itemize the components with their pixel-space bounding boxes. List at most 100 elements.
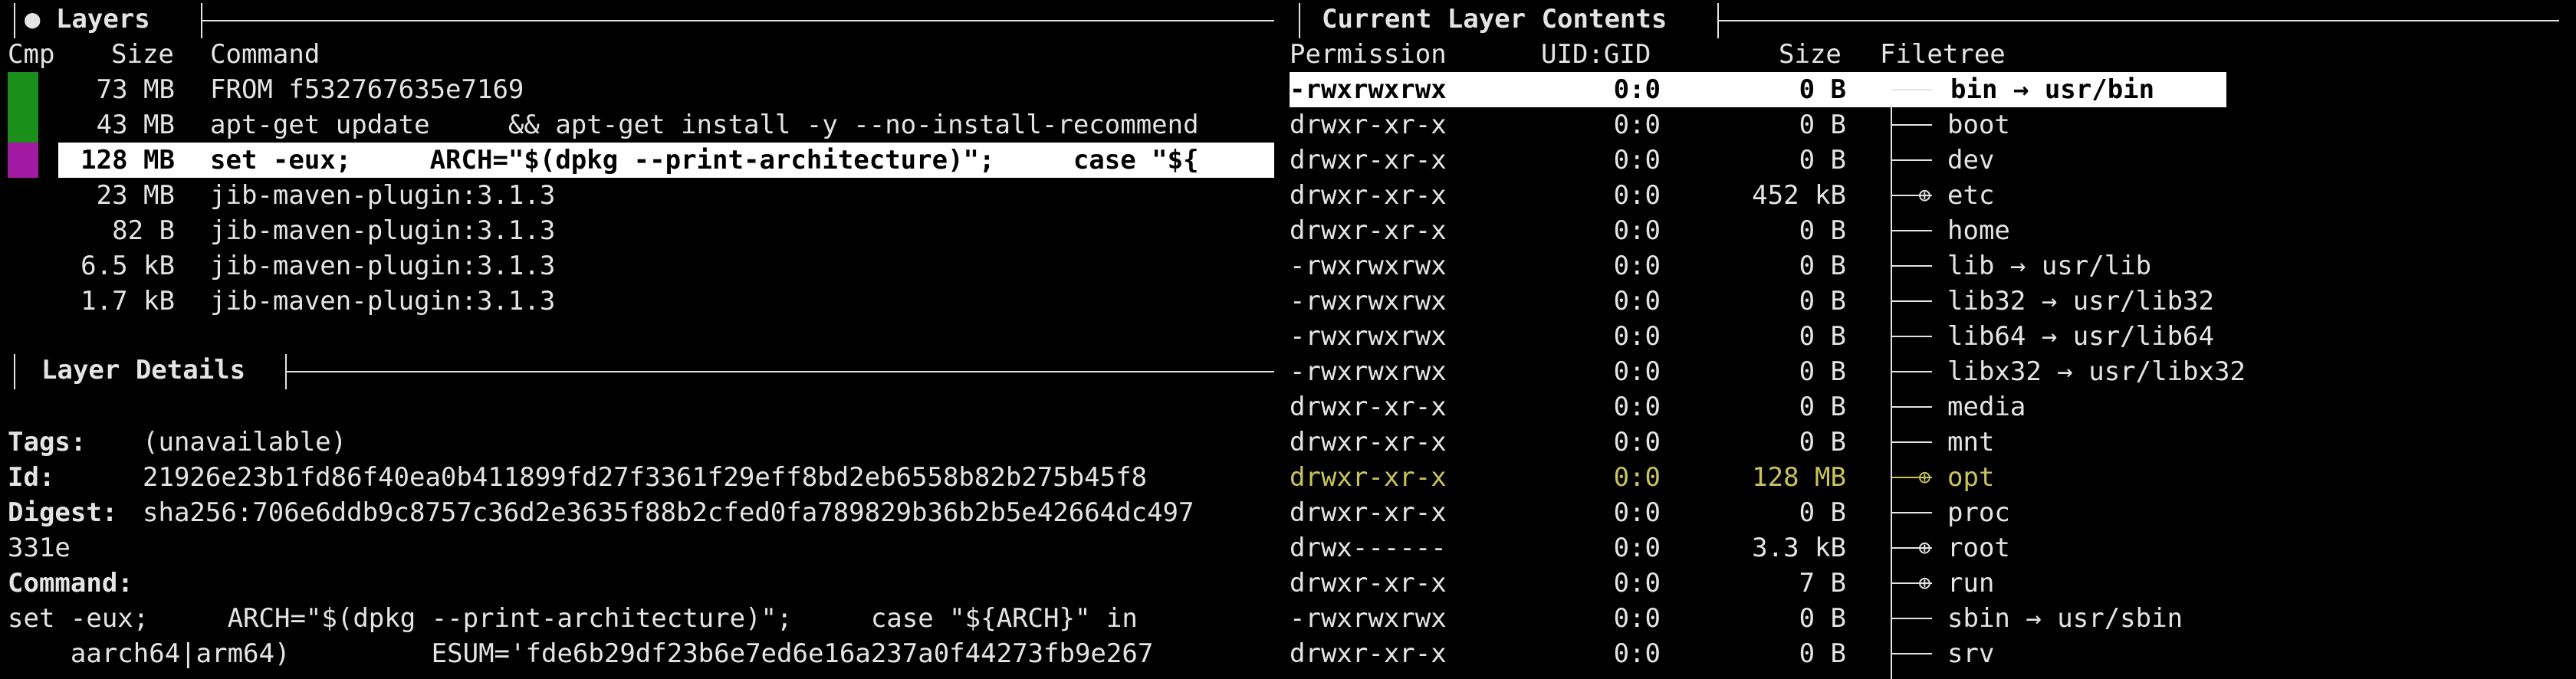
tree-branch-icon: [1892, 354, 1949, 389]
file-uidgid: 0:0: [1613, 392, 1661, 422]
layers-panel-title: ● Layers: [25, 4, 150, 34]
file-name: lib32 → usr/lib32: [1947, 286, 2214, 317]
file-size: 0 B: [1799, 356, 1846, 387]
file-name: opt: [1947, 462, 1995, 493]
file-size: 0 B: [1799, 497, 1846, 528]
file-uidgid: 0:0: [1613, 321, 1661, 352]
file-size: 0 B: [1799, 110, 1846, 140]
file-name: libx32 → usr/libx32: [1947, 356, 2246, 387]
file-permission: drwxr-xr-x: [1290, 392, 1447, 422]
file-tree-row[interactable]: -rwxrwxrwx 0:0 0 B lib32 → usr/lib32: [0, 284, 2576, 319]
file-size: 0 B: [1799, 603, 1846, 634]
file-permission: -rwxrwxrwx: [1290, 286, 1447, 317]
file-tree-row[interactable]: drwxr-xr-x 0:0 0 B home: [0, 213, 2576, 248]
file-uidgid: 0:0: [1613, 497, 1661, 528]
file-size: 0 B: [1799, 638, 1846, 669]
tree-branch-icon: [1892, 636, 1949, 671]
file-tree-row[interactable]: drwx------ 0:0 3.3 kB ⊕ root: [0, 530, 2576, 566]
file-uidgid: 0:0: [1613, 568, 1661, 599]
file-tree-row[interactable]: drwxr-xr-x 0:0 7 B ⊕ run: [0, 566, 2576, 601]
file-size: 0 B: [1799, 392, 1846, 422]
file-uidgid: 0:0: [1613, 533, 1661, 563]
file-name: proc: [1947, 497, 2010, 528]
file-uidgid: 0:0: [1613, 74, 1661, 105]
file-permission: drwxr-xr-x: [1290, 462, 1447, 493]
file-permission: drwxr-xr-x: [1290, 568, 1447, 599]
file-name: home: [1947, 215, 2010, 246]
file-name: boot: [1947, 110, 2010, 140]
file-tree-row[interactable]: drwxr-xr-x 0:0 0 B mnt: [0, 425, 2576, 460]
layer-contents-title: Current Layer Contents: [1322, 4, 1668, 34]
file-tree-row[interactable]: drwxr-xr-x 0:0 0 B media: [0, 389, 2576, 425]
tree-branch-icon: [1892, 72, 1949, 107]
file-uidgid: 0:0: [1613, 603, 1661, 634]
file-tree-row[interactable]: drwxr-xr-x 0:0 128 MB ⊕ opt: [0, 460, 2576, 495]
file-permission: -rwxrwxrwx: [1290, 321, 1447, 352]
file-permission: -rwxrwxrwx: [1290, 356, 1447, 387]
tree-branch-icon: [1892, 284, 1949, 319]
file-tree-row[interactable]: drwxr-xr-x 0:0 0 B dev: [0, 143, 2576, 178]
file-tree-row[interactable]: -rwxrwxrwx 0:0 0 Bbin → usr/bin: [0, 72, 2576, 107]
file-uidgid: 0:0: [1613, 427, 1661, 458]
tree-branch-icon: [1892, 425, 1949, 460]
file-size: 0 B: [1799, 74, 1846, 105]
file-tree-row[interactable]: drwxr-xr-x 0:0 0 B boot: [0, 107, 2576, 143]
collapsed-folder-icon[interactable]: ⊕: [1892, 460, 1949, 495]
collapsed-folder-icon[interactable]: ⊕: [1892, 566, 1949, 601]
collapsed-folder-icon[interactable]: ⊕: [1892, 178, 1949, 213]
file-size: 0 B: [1799, 215, 1846, 246]
file-permission: drwxr-xr-x: [1290, 180, 1447, 211]
tree-branch-icon: [1892, 143, 1949, 178]
file-uidgid: 0:0: [1613, 286, 1661, 317]
file-size: 128 MB: [1752, 462, 1846, 493]
filetree-header: Filetree: [1880, 39, 2006, 70]
file-permission: drwxr-xr-x: [1290, 110, 1447, 140]
file-uidgid: 0:0: [1613, 110, 1661, 140]
file-name: root: [1947, 533, 2010, 563]
file-name: lib64 → usr/lib64: [1947, 321, 2214, 352]
file-tree-row[interactable]: -rwxrwxrwx 0:0 0 B libx32 → usr/libx32: [0, 354, 2576, 389]
file-size: 3.3 kB: [1752, 533, 1846, 563]
file-name: lib → usr/lib: [1947, 251, 2152, 281]
file-permission: -rwxrwxrwx: [1290, 603, 1447, 634]
permission-header: Permission: [1290, 39, 1447, 70]
file-permission: drwxr-xr-x: [1290, 427, 1447, 458]
file-tree-row[interactable]: drwxr-xr-x 0:0 452 kB ⊕ etc: [0, 178, 2576, 213]
tree-branch-icon: [1892, 389, 1949, 425]
file-uidgid: 0:0: [1613, 251, 1661, 281]
file-permission: drwxr-xr-x: [1290, 145, 1447, 175]
panel-divider: [202, 20, 1274, 21]
file-tree-row[interactable]: -rwxrwxrwx 0:0 0 B lib → usr/lib: [0, 248, 2576, 284]
file-size: 7 B: [1799, 568, 1846, 599]
file-size: 0 B: [1799, 251, 1846, 281]
file-size: 0 B: [1799, 145, 1846, 175]
file-name: sbin → usr/sbin: [1947, 603, 2183, 634]
tree-branch-icon: [1892, 319, 1949, 354]
file-tree-row[interactable]: drwxr-xr-x 0:0 0 B srv: [0, 636, 2576, 671]
file-name: mnt: [1947, 427, 1995, 458]
cmp-header: Cmp: [8, 39, 55, 70]
file-permission: drwxr-xr-x: [1290, 215, 1447, 246]
file-tree-row[interactable]: -rwxrwxrwx 0:0 0 B sbin → usr/sbin: [0, 601, 2576, 636]
file-name: bin → usr/bin: [1947, 72, 2158, 107]
tree-branch-icon: [1892, 248, 1949, 284]
size-header: Size: [111, 39, 174, 70]
file-name: run: [1947, 568, 1995, 599]
collapsed-folder-icon[interactable]: ⊕: [1892, 530, 1949, 566]
tree-branch-icon: [1892, 495, 1949, 530]
file-uidgid: 0:0: [1613, 180, 1661, 211]
file-tree-row[interactable]: -rwxrwxrwx 0:0 0 B lib64 → usr/lib64: [0, 319, 2576, 354]
file-permission: drwxr-xr-x: [1290, 638, 1447, 669]
file-permission: drwx------: [1290, 533, 1447, 563]
file-name: etc: [1947, 180, 1995, 211]
file-name: dev: [1947, 145, 1995, 175]
file-name: media: [1947, 392, 2026, 422]
uidgid-header: UID:GID: [1541, 39, 1651, 70]
panel-border: [14, 3, 15, 38]
tree-branch-icon: [1892, 107, 1949, 143]
file-uidgid: 0:0: [1613, 215, 1661, 246]
command-header: Command: [210, 39, 320, 70]
panel-divider: [1719, 20, 2559, 21]
file-uidgid: 0:0: [1613, 356, 1661, 387]
file-tree-row[interactable]: drwxr-xr-x 0:0 0 B proc: [0, 495, 2576, 530]
